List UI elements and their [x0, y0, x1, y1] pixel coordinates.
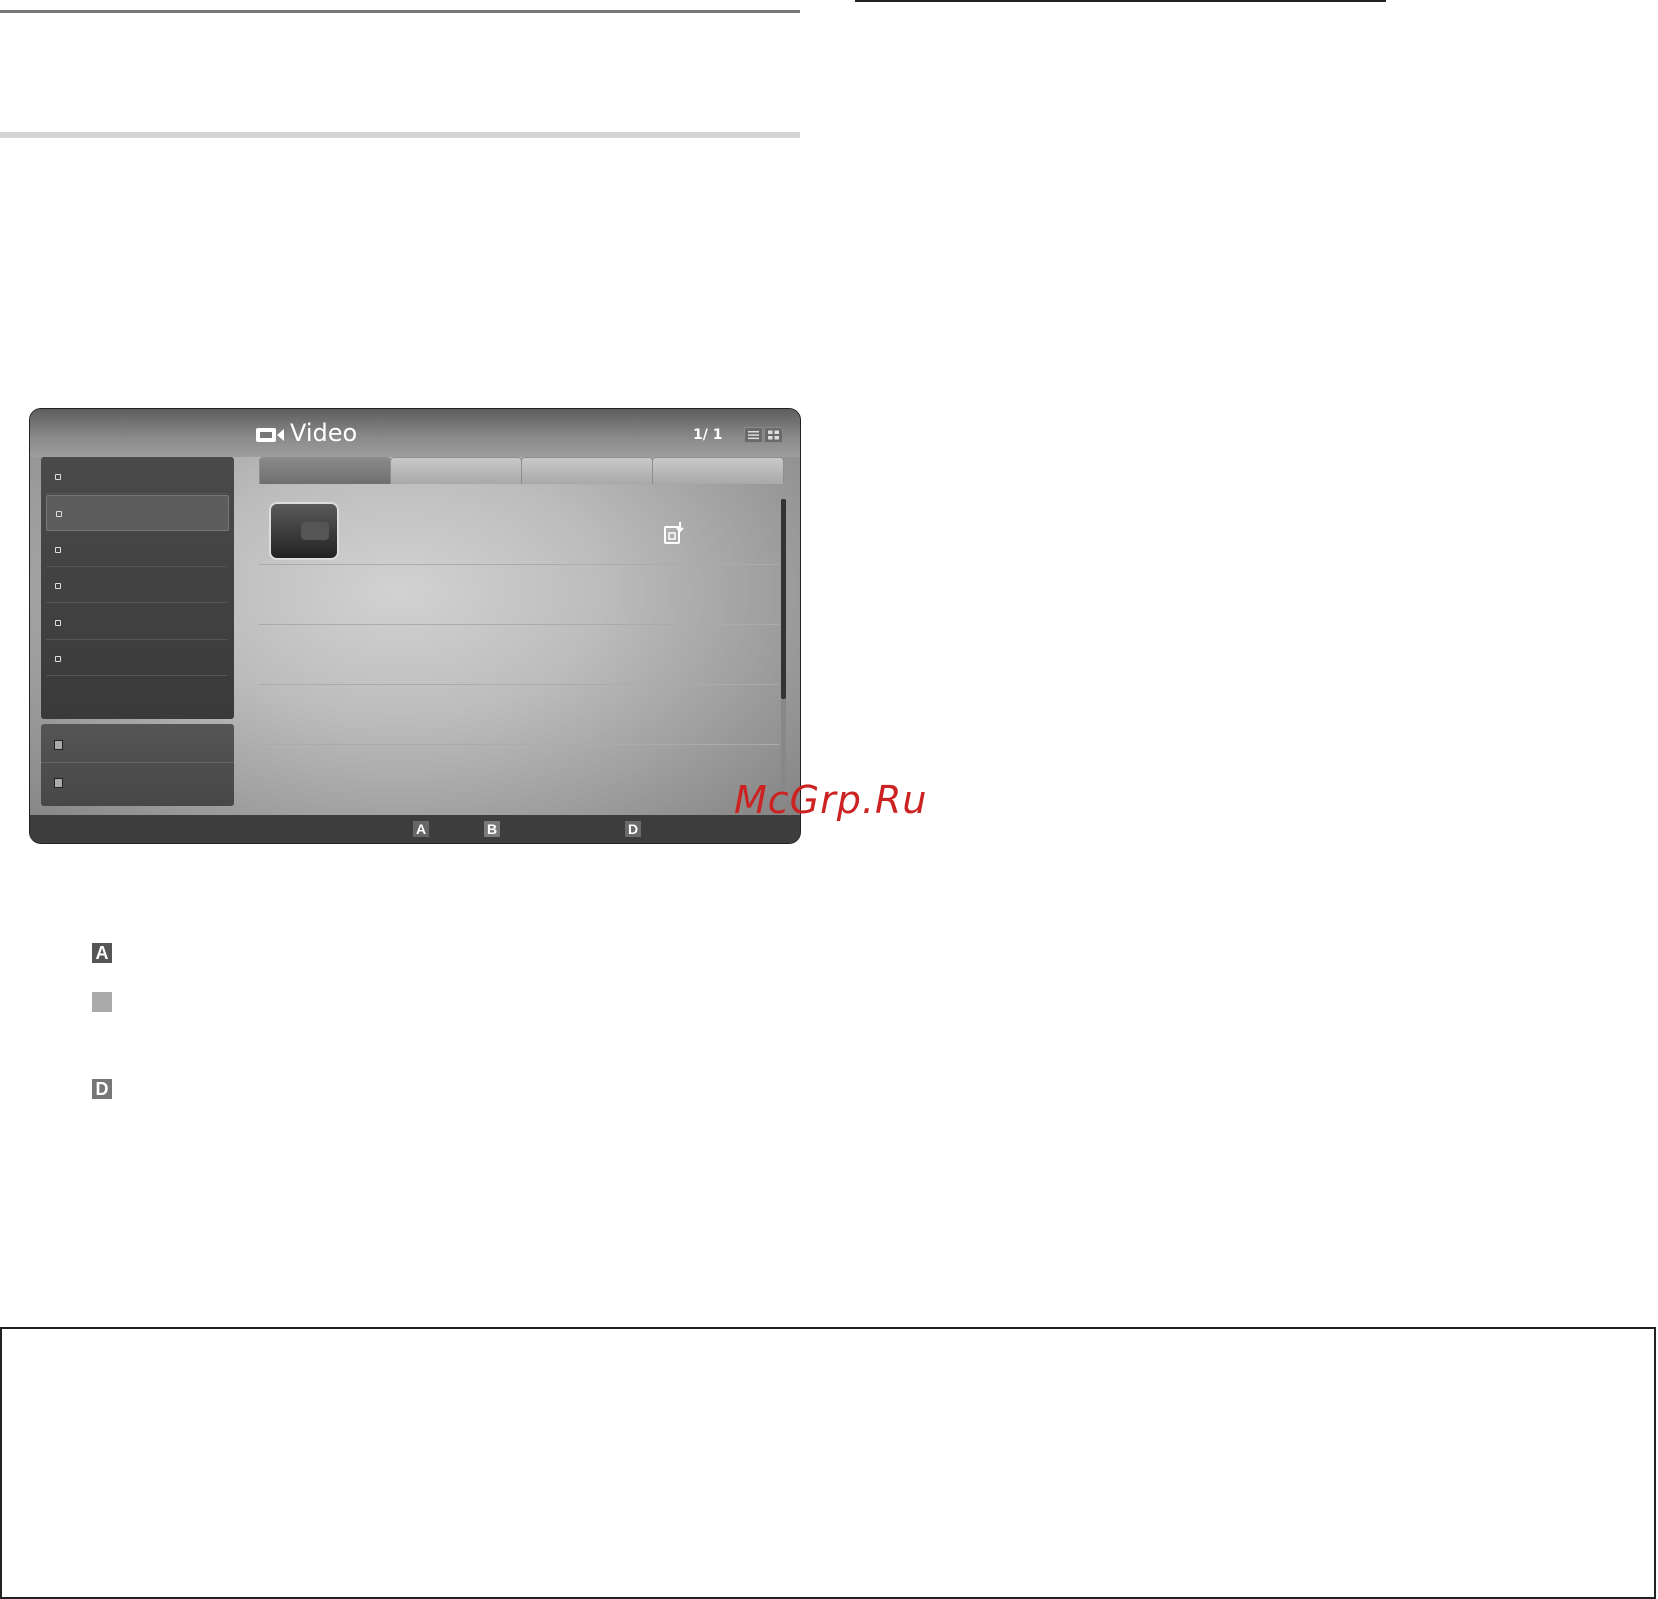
right-column-rule: [855, 0, 1386, 2]
device-icon: [54, 778, 63, 788]
section-header-bar: [0, 132, 800, 138]
device-icon: [54, 740, 63, 750]
row-divider: [259, 624, 779, 625]
bullet-icon: [55, 547, 61, 553]
list-view-icon[interactable]: [744, 427, 763, 443]
device-item[interactable]: [41, 762, 234, 800]
key-b-button[interactable]: B: [484, 821, 500, 837]
tv-screen: Video 1/ 1 A B D: [29, 408, 801, 844]
bullet-icon: [55, 474, 61, 480]
video-thumbnail[interactable]: [269, 502, 339, 560]
thumbnail-image: [301, 522, 329, 540]
content-tabs: [259, 457, 785, 484]
tab-4[interactable]: [652, 457, 784, 484]
device-list: [41, 724, 234, 806]
category-list: [41, 457, 234, 719]
bullet-icon: [55, 583, 61, 589]
video-camera-icon: [256, 427, 286, 448]
note-box: [0, 1327, 1656, 1599]
category-item[interactable]: [46, 568, 227, 603]
tab-1[interactable]: [259, 457, 391, 484]
row-divider: [259, 684, 779, 685]
copy-to-device-icon: [663, 521, 685, 550]
tab-2[interactable]: [390, 457, 522, 484]
category-item-selected[interactable]: [46, 495, 229, 531]
legend-key-b: [92, 992, 112, 1012]
thumbnail-view-icon[interactable]: [764, 427, 783, 443]
category-item[interactable]: [46, 605, 227, 640]
row-divider: [259, 744, 779, 745]
screen-footer: A B D: [30, 815, 800, 843]
key-d-button[interactable]: D: [625, 821, 641, 837]
device-item[interactable]: [41, 724, 234, 763]
watermark: McGrp.Ru: [734, 778, 928, 822]
tab-3[interactable]: [521, 457, 653, 484]
bullet-icon: [56, 511, 62, 517]
screen-header: [30, 409, 800, 457]
screen-title: Video: [290, 419, 358, 447]
bullet-icon: [55, 656, 61, 662]
page-counter: 1/ 1: [693, 427, 723, 443]
legend-key-a: A: [92, 943, 112, 963]
top-rule: [0, 10, 800, 13]
key-a-button[interactable]: A: [413, 821, 429, 837]
category-item[interactable]: [46, 641, 227, 676]
scrollbar[interactable]: [781, 499, 786, 789]
bullet-icon: [55, 620, 61, 626]
category-item[interactable]: [46, 532, 227, 567]
row-divider: [259, 564, 779, 565]
legend-key-d: D: [92, 1079, 112, 1099]
category-item[interactable]: [46, 459, 227, 494]
scrollbar-thumb[interactable]: [781, 499, 786, 699]
